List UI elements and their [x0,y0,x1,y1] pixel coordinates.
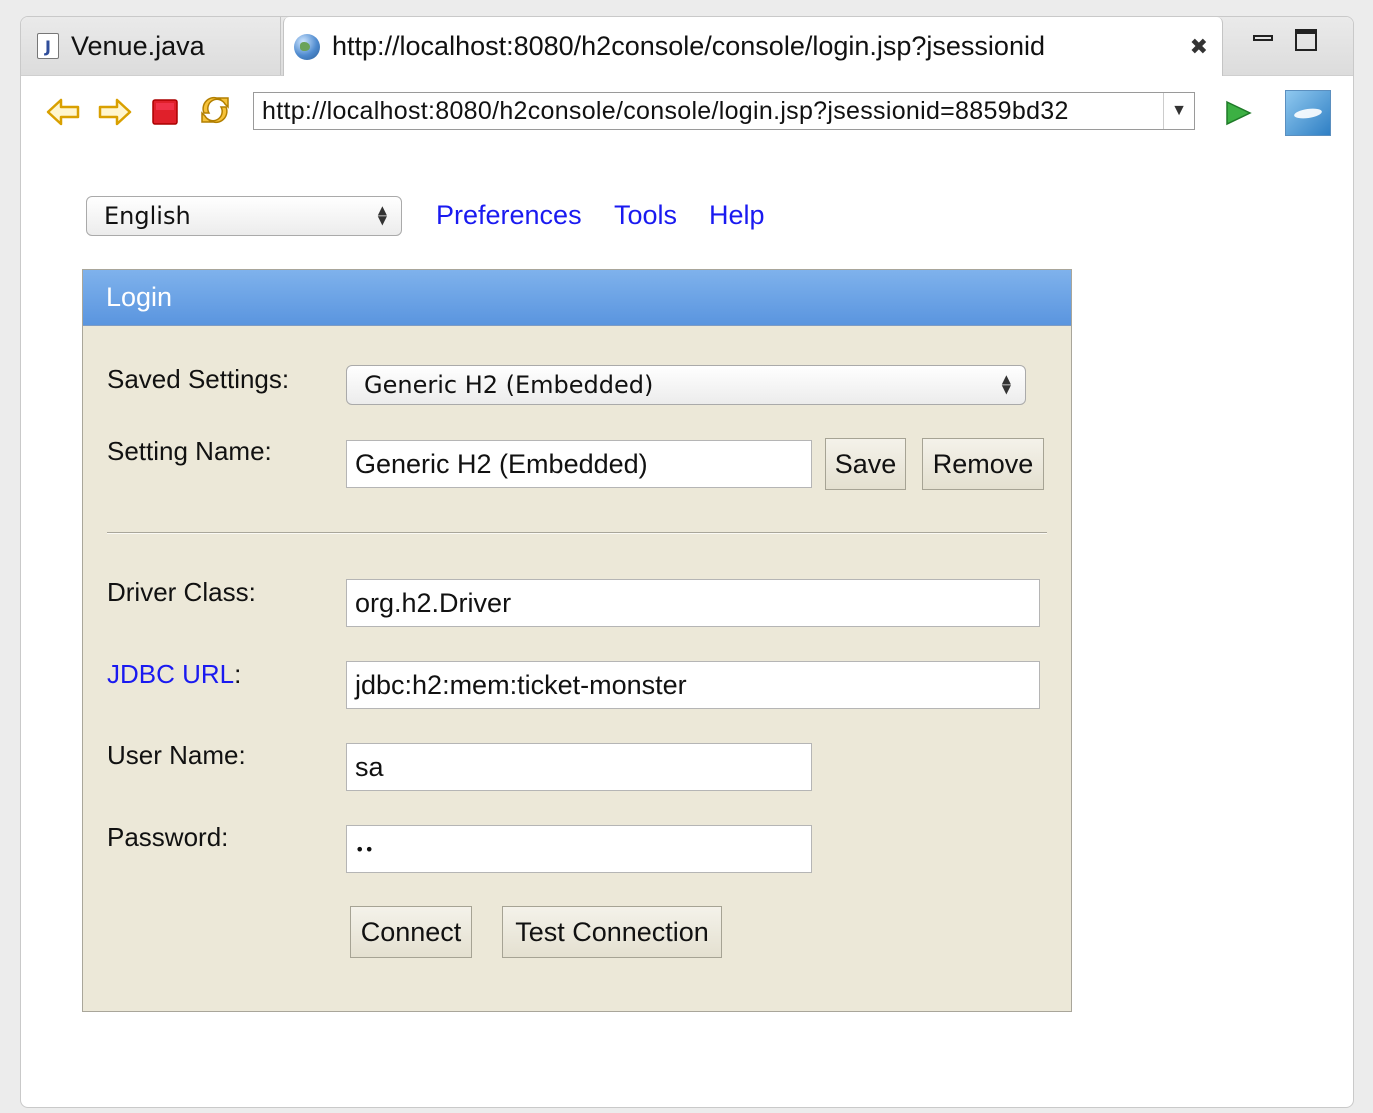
tab-browser[interactable]: http://localhost:8080/h2console/console/… [283,17,1223,76]
saved-settings-label: Saved Settings: [107,364,290,394]
java-file-icon: J [37,33,59,59]
remove-button[interactable]: Remove [922,438,1044,490]
language-select[interactable]: English ▲ ▼ [86,196,402,236]
save-button[interactable]: Save [825,438,906,490]
tools-link[interactable]: Tools [614,200,677,231]
tab-venue-java[interactable]: J Venue.java [21,17,281,75]
jdbc-url-link[interactable]: JDBC URL [107,659,234,689]
driver-class-label: Driver Class: [107,577,256,607]
browser-app-icon[interactable] [1285,90,1331,136]
forward-arrow-icon[interactable] [97,94,133,130]
password-label: Password: [107,822,229,852]
maximize-button[interactable] [1295,29,1317,51]
browser-window: J Venue.java http://localhost:8080/h2con… [20,16,1354,1108]
saved-settings-value: Generic H2 (Embedded) [364,371,654,399]
tab-label: Venue.java [71,30,205,61]
jdbc-url-field[interactable]: jdbc:h2:mem:ticket-monster [346,661,1040,709]
saved-settings-select[interactable]: Generic H2 (Embedded) ▲ ▼ [346,365,1026,405]
preferences-link[interactable]: Preferences [436,200,582,231]
setting-name-field[interactable]: Generic H2 (Embedded) [346,440,812,488]
dropdown-arrow-icon[interactable]: ▼ [1163,93,1194,129]
tab-bar: J Venue.java http://localhost:8080/h2con… [21,17,1353,76]
go-icon[interactable] [1224,100,1252,131]
minimize-button[interactable] [1253,29,1273,41]
setting-name-label: Setting Name: [107,436,272,466]
back-arrow-icon[interactable] [45,94,81,130]
connect-button[interactable]: Connect [350,906,472,958]
password-field[interactable]: •• [346,825,812,873]
jdbc-url-label: JDBC URL: [107,659,242,689]
address-bar[interactable]: http://localhost:8080/h2console/console/… [253,92,1195,130]
user-name-field[interactable]: sa [346,743,812,791]
globe-icon [294,33,320,60]
divider [107,532,1047,534]
login-header: Login [83,270,1071,326]
refresh-icon[interactable] [197,92,233,128]
stop-icon[interactable] [147,94,183,130]
close-icon[interactable]: ✖ [1190,34,1208,60]
driver-class-field[interactable]: org.h2.Driver [346,579,1040,627]
select-arrows-icon: ▲ ▼ [1001,372,1011,396]
language-value: English [104,202,191,230]
address-text: http://localhost:8080/h2console/console/… [262,96,1069,125]
test-connection-button[interactable]: Test Connection [502,906,722,958]
help-link[interactable]: Help [709,200,765,231]
select-arrows-icon: ▲ ▼ [377,203,387,227]
login-panel: Login Saved Settings: Generic H2 (Embedd… [82,269,1072,1012]
tab-label: http://localhost:8080/h2console/console/… [332,31,1045,61]
user-name-label: User Name: [107,740,246,770]
